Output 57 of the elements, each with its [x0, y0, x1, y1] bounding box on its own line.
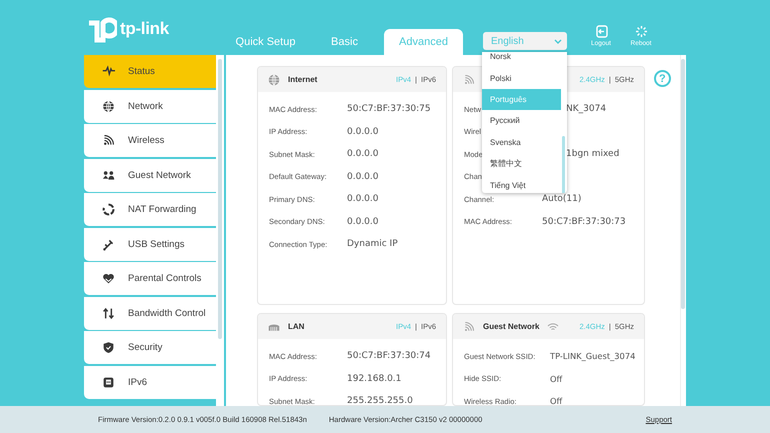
field-value: 0.0.0.0 [347, 149, 378, 160]
field-value: Dynamic IP [347, 239, 398, 250]
field-value: TP-LINK_Guest_3074 [550, 351, 636, 362]
reboot-icon [634, 25, 648, 38]
field-value: 50:C7:BF:37:30:74 [347, 351, 431, 362]
field-value: 0.0.0.0 [347, 194, 378, 204]
card-title: Guest Network [483, 322, 540, 331]
caret-icon [554, 38, 562, 44]
language-option[interactable]: Polski [482, 67, 561, 89]
field-value: 0.0.0.0 [347, 126, 378, 137]
field-value: 0.0.0.0 [347, 172, 378, 182]
language-option[interactable]: Tiếng Việt [482, 174, 561, 193]
language-option[interactable]: 繁體中文 [482, 152, 561, 174]
sidebar-item[interactable]: IPv6 [84, 366, 216, 398]
menu-item-icon [102, 238, 115, 250]
language-option[interactable]: Svenska [482, 132, 561, 153]
wifi-icon [547, 320, 560, 332]
field-value: 1bgn mixed [566, 149, 620, 160]
logout-icon [594, 25, 608, 38]
menu-item-icon [102, 134, 115, 147]
menu-item-icon [102, 376, 115, 388]
field-value: Off [550, 374, 562, 384]
field-value: 50:C7:BF:37:30:75 [347, 104, 431, 114]
card-title: LAN [288, 322, 304, 331]
scrollbar[interactable] [216, 55, 224, 406]
sidebar-item[interactable]: Security [84, 331, 216, 364]
globe-icon [268, 74, 280, 86]
logo-text: tp-link [120, 19, 169, 39]
sidebar-item[interactable]: Network [84, 90, 216, 122]
field-value: Off [550, 396, 562, 405]
menu-item-icon [102, 203, 115, 216]
field-value: Auto(11) [542, 194, 582, 204]
scrollbar[interactable] [680, 55, 686, 406]
menu-item-icon [102, 272, 115, 285]
menu-item-icon [102, 341, 115, 354]
menu-item-icon [102, 306, 115, 320]
menu-item-icon [102, 168, 115, 182]
sidebar-item[interactable]: USB Settings [84, 228, 216, 260]
card-title: Internet [288, 75, 318, 84]
field-value: 192.168.0.1 [347, 374, 402, 384]
field-value: 50:C7:BF:37:30:73 [542, 216, 626, 227]
language-option[interactable]: Norsk [482, 52, 561, 68]
sidebar-item[interactable]: Guest Network [84, 158, 216, 192]
sidebar-item[interactable]: Bandwidth Control [84, 296, 216, 330]
wireless-icon [463, 74, 475, 86]
field-value: 255.255.255.0 [347, 396, 413, 405]
scrollbar-thumb[interactable] [562, 136, 565, 193]
sidebar-item[interactable]: NAT Forwarding [84, 193, 216, 226]
sidebar-item[interactable]: Parental Controls [84, 262, 216, 295]
sidebar-item[interactable]: Wireless [84, 124, 216, 157]
language-option[interactable]: Русский [482, 110, 561, 132]
menu-item-icon [102, 100, 115, 112]
menu-item-icon [102, 65, 115, 78]
sidebar-item[interactable]: Status [84, 55, 216, 88]
wireless-icon [463, 320, 475, 332]
field-value: NK_3074 [566, 104, 606, 114]
field-value: 0.0.0.0 [347, 216, 378, 227]
